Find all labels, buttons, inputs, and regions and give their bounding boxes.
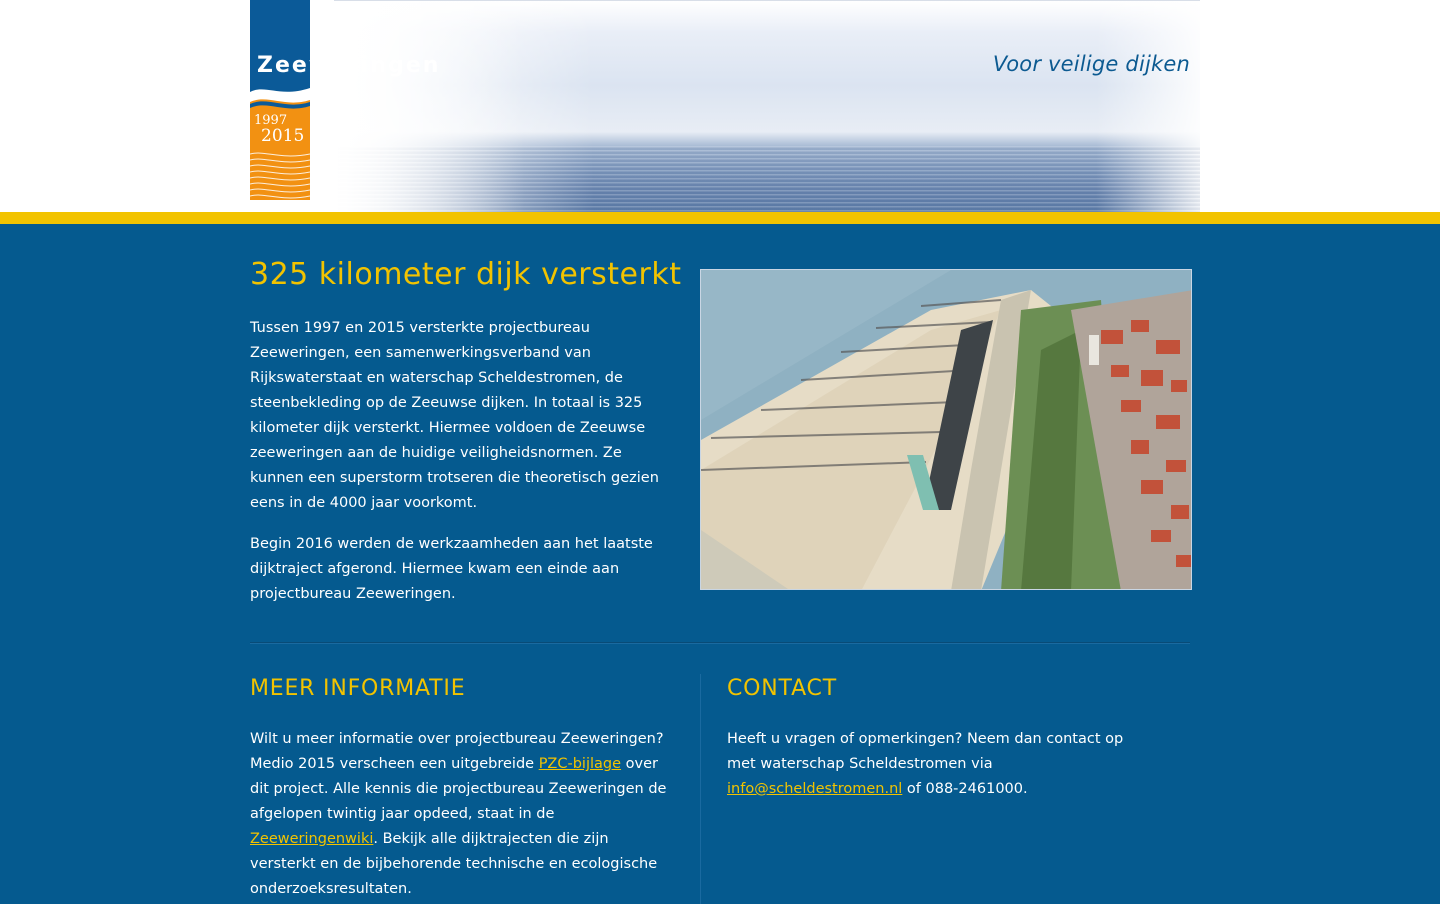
info-heading: MEER INFORMATIE <box>250 676 466 701</box>
contact-text-part: Heeft u vragen of opmerkingen? Neem dan … <box>727 731 1124 772</box>
intro-paragraph: Tussen 1997 en 2015 versterkte projectbu… <box>250 320 659 511</box>
contact-text: Heeft u vragen of opmerkingen? Neem dan … <box>727 727 1147 802</box>
site-header: Zeeweringen 1997 2015 Voor veilige dijke… <box>0 0 1440 212</box>
logo-lines-icon <box>250 152 310 199</box>
aerial-dike-photo <box>700 269 1192 590</box>
section-divider <box>250 642 1190 644</box>
logo-wave-icon <box>250 88 310 109</box>
info-text: Wilt u meer informatie over projectburea… <box>250 727 670 902</box>
intro-text: Tussen 1997 en 2015 versterkte projectbu… <box>250 316 670 623</box>
contact-heading: CONTACT <box>727 676 837 701</box>
logo-wordmark-text: Zeeweringen <box>257 53 441 78</box>
yellow-band <box>0 212 1440 224</box>
zeeweringenwiki-link[interactable]: Zeeweringenwiki <box>250 831 373 847</box>
logo-year-end: 2015 <box>261 126 305 146</box>
pzc-bijlage-link[interactable]: PZC-bijlage <box>539 756 621 772</box>
logo-wordmark: Zeeweringen <box>257 53 440 78</box>
main-content: 325 kilometer dijk versterkt Tussen 1997… <box>0 224 1440 904</box>
contact-email-link[interactable]: info@scheldestromen.nl <box>727 781 902 797</box>
zeeweringen-logo[interactable]: Zeeweringen 1997 2015 <box>250 0 460 200</box>
sea-banner-image <box>334 0 1200 212</box>
tagline: Voor veilige dijken <box>992 52 1190 76</box>
column-divider <box>700 674 701 904</box>
aerial-photo-illustration <box>701 270 1191 589</box>
contact-text-part: of 088-2461000. <box>902 781 1028 797</box>
intro-paragraph: Begin 2016 werden de werkzaamheden aan h… <box>250 536 653 602</box>
page-title: 325 kilometer dijk versterkt <box>250 257 682 292</box>
